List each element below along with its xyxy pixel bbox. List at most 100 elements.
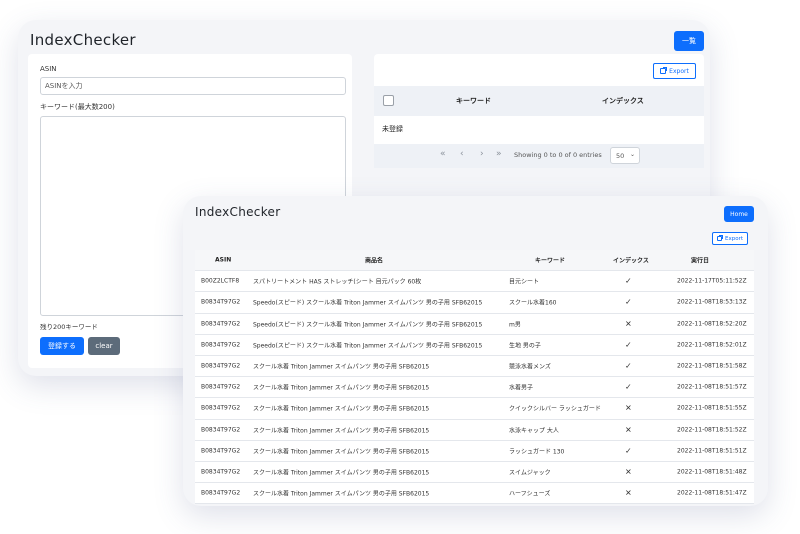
keyword-index-table: Export キーワード インデックス 未登録 « ‹ › » Showing …: [374, 54, 704, 168]
asin-cell: B0834T97G2: [201, 468, 241, 476]
app-title: IndexChecker: [30, 31, 136, 49]
keyword-cell: ラッシュガード 130: [509, 448, 565, 456]
asin-column-header: ASIN: [215, 256, 232, 264]
table-row: B0834T97G2 Speedo(スピード) スクール水着 Triton Jam…: [195, 313, 754, 335]
next-page-button[interactable]: ›: [480, 149, 484, 159]
product-name-cell: スクール水着 Triton Jammer スイムパンツ 男の子用 SFB6201…: [253, 469, 430, 477]
product-name-cell: スクール水着 Triton Jammer スイムパンツ 男の子用 SFB6201…: [253, 384, 430, 392]
table-row: B0834T97G2 スクール水着 Triton Jammer スイムパンツ 男の…: [195, 377, 754, 399]
keyword-cell: 目元シート: [509, 278, 540, 286]
page-size-value: 50: [616, 152, 625, 160]
export-label: Export: [669, 67, 689, 75]
keyword-cell: 競泳水着メンズ: [509, 363, 551, 371]
product-name-cell: Speedo(スピード) スクール水着 Triton Jammer スイムパンツ…: [253, 299, 483, 307]
asin-input[interactable]: ASINを入力: [40, 77, 346, 95]
list-button[interactable]: 一覧: [674, 31, 704, 51]
app-title: IndexChecker: [195, 205, 281, 219]
prev-page-button[interactable]: ‹: [460, 149, 464, 159]
index-status-icon: ✓: [625, 276, 632, 286]
keyword-cell: スクール水着160: [509, 299, 557, 307]
remaining-count: 残り200キーワード: [40, 323, 98, 331]
product-name-cell: スクール水着 Triton Jammer スイムパンツ 男の子用 SFB6201…: [253, 363, 430, 371]
table-row: B0834T97G2 スクール水着 Triton Jammer スイムパンツ 男の…: [195, 419, 754, 441]
table-row: B00Z2LCTF8 スパトリートメント HAS ストレッチ(シート 目元パック …: [195, 271, 754, 293]
export-button[interactable]: Export: [712, 232, 748, 245]
external-link-icon: [716, 235, 723, 241]
index-checker-list-window: IndexChecker Home Export ASIN 商品名 キーワード …: [183, 196, 768, 506]
index-column-header: インデックス: [602, 97, 644, 105]
product-name-cell: スクール水着 Triton Jammer スイムパンツ 男の子用 SFB6201…: [253, 427, 430, 435]
product-name-cell: スクール水着 Triton Jammer スイムパンツ 男の子用 SFB6201…: [253, 490, 430, 498]
page-size-select[interactable]: 50 ⌄: [610, 147, 640, 164]
table-row: B0834T97G2 Speedo(スピード) スクール水着 Triton Jam…: [195, 292, 754, 314]
asin-cell: B0834T97G2: [201, 362, 241, 370]
index-status-icon: ✕: [625, 467, 632, 477]
date-cell: 2022-11-08T18:51:52Z: [677, 426, 747, 434]
table-row: B0834T97G2 スクール水着 Triton Jammer スイムパンツ 男の…: [195, 356, 754, 378]
table-row: B0834T97G2 スクール水着 Triton Jammer スイムパンツ 男の…: [195, 398, 754, 420]
date-cell: 2022-11-08T18:51:51Z: [677, 447, 747, 455]
date-cell: 2022-11-08T18:51:48Z: [677, 468, 747, 476]
asin-cell: B0834T97G2: [201, 404, 241, 412]
asin-cell: B0834T97G2: [201, 320, 241, 328]
index-status-icon: ✕: [625, 488, 632, 498]
asin-cell: B0834T97G2: [201, 447, 241, 455]
date-cell: 2022-11-08T18:51:47Z: [677, 489, 747, 497]
entries-info: Showing 0 to 0 of 0 entries: [514, 151, 602, 159]
asin-cell: B0834T97G2: [201, 383, 241, 391]
date-cell: 2022-11-08T18:53:13Z: [677, 298, 747, 306]
date-cell: 2022-11-08T18:52:20Z: [677, 320, 747, 328]
keyword-cell: m男: [509, 321, 521, 329]
table-header: キーワード インデックス: [374, 86, 704, 116]
first-page-button[interactable]: «: [440, 149, 446, 159]
date-cell: 2022-11-08T18:51:58Z: [677, 362, 747, 370]
index-status-icon: ✕: [625, 425, 632, 435]
name-column-header: 商品名: [365, 257, 384, 265]
index-status-icon: ✓: [625, 297, 632, 307]
keyword-label: キーワード(最大数200): [40, 103, 115, 111]
index-status-icon: ✕: [625, 319, 632, 329]
last-page-button[interactable]: »: [496, 149, 502, 159]
product-name-cell: Speedo(スピード) スクール水着 Triton Jammer スイムパンツ…: [253, 321, 483, 329]
empty-message: 未登録: [382, 125, 403, 133]
index-status-icon: ✓: [625, 446, 632, 456]
keyword-cell: 水泳キャップ 大人: [509, 427, 559, 435]
date-column-header: 実行日: [691, 257, 710, 265]
keyword-cell: スイムジャック: [509, 469, 551, 477]
export-button[interactable]: Export: [653, 63, 696, 79]
keyword-cell: ハーフシューズ: [509, 490, 551, 498]
external-link-icon: [660, 67, 668, 74]
product-name-cell: スパトリートメント HAS ストレッチ(シート 目元パック 60枚: [253, 278, 422, 286]
export-label: Export: [724, 235, 743, 242]
asin-cell: B0834T97G2: [201, 426, 241, 434]
keyword-cell: 生地 男の子: [509, 342, 541, 350]
product-name-cell: Speedo(スピード) スクール水着 Triton Jammer スイムパンツ…: [253, 342, 483, 350]
clear-button[interactable]: clear: [88, 337, 120, 355]
asin-cell: B0834T97G2: [201, 298, 241, 306]
asin-cell: B0834T97G2: [201, 341, 241, 349]
pagination: « ‹ › » Showing 0 to 0 of 0 entries 50 ⌄: [374, 144, 704, 168]
asin-label: ASIN: [40, 65, 57, 73]
keyword-column-header: キーワード: [456, 97, 491, 105]
product-name-cell: スクール水着 Triton Jammer スイムパンツ 男の子用 SFB6201…: [253, 448, 430, 456]
table-row: B0834T97G2 Speedo(スピード) スクール水着 Triton Jam…: [195, 334, 754, 356]
date-cell: 2022-11-08T18:51:57Z: [677, 383, 747, 391]
index-status-icon: ✓: [625, 382, 632, 392]
keyword-cell: クイックシルバー ラッシュガード: [509, 405, 601, 413]
table-row: B0834T97G2 スクール水着 Triton Jammer スイムパンツ 男の…: [195, 483, 754, 505]
chevron-down-icon: ⌄: [629, 151, 635, 158]
date-cell: 2022-11-08T18:51:55Z: [677, 404, 747, 412]
index-column-header: インデックス: [613, 257, 649, 265]
index-status-icon: ✓: [625, 361, 632, 371]
date-cell: 2022-11-17T05:11:52Z: [677, 277, 747, 285]
home-button[interactable]: Home: [724, 206, 754, 222]
asin-cell: B00Z2LCTF8: [201, 277, 240, 285]
register-button[interactable]: 登録する: [40, 337, 84, 355]
asin-cell: B0834T97G2: [201, 489, 241, 497]
date-cell: 2022-11-08T18:52:01Z: [677, 341, 747, 349]
keyword-cell: 水着男子: [509, 384, 534, 392]
index-status-icon: ✕: [625, 403, 632, 413]
select-all-checkbox[interactable]: [383, 95, 394, 106]
table-row: B0834T97G2 スクール水着 Triton Jammer スイムパンツ 男の…: [195, 462, 754, 484]
keyword-column-header: キーワード: [535, 257, 566, 265]
